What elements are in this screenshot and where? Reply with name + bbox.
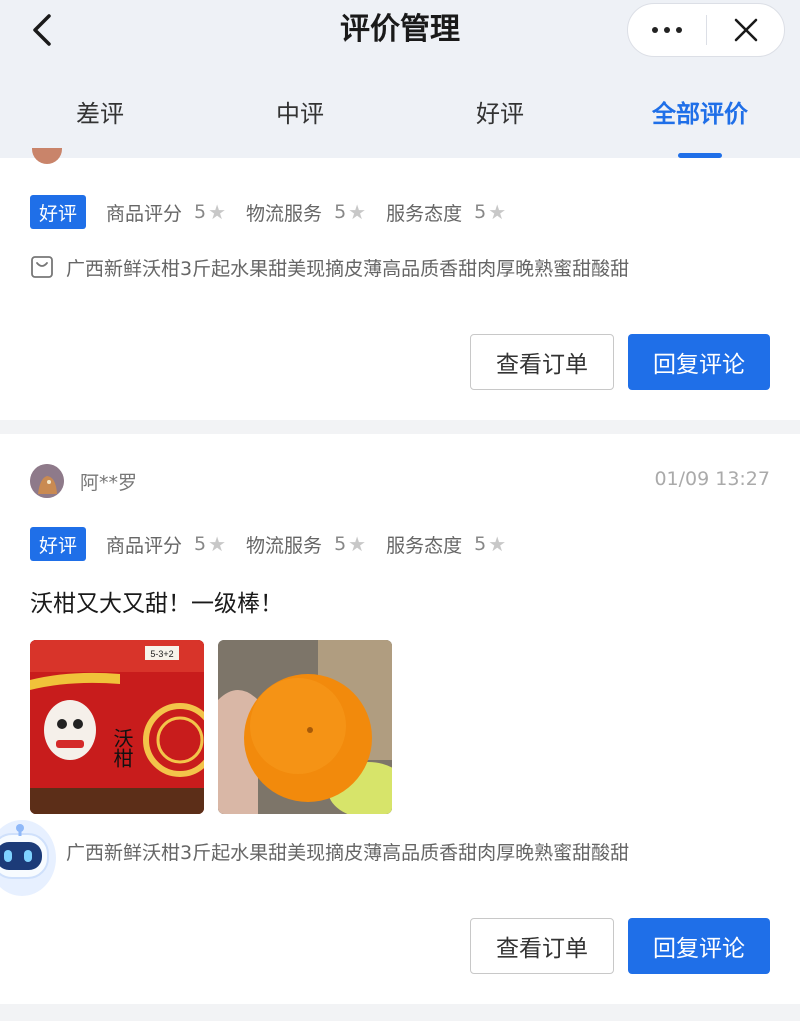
rating-badge: 好评 bbox=[30, 527, 86, 561]
svg-text:5-3+2: 5-3+2 bbox=[150, 649, 173, 659]
rating-badge: 好评 bbox=[30, 195, 86, 229]
tab-all-reviews[interactable]: 全部评价 bbox=[600, 90, 800, 138]
star-icon: ★ bbox=[348, 200, 367, 224]
product-title: 广西新鲜沃柑3斤起水果甜美现摘皮薄高品质香甜肉厚晚熟蜜甜酸甜 bbox=[66, 841, 630, 864]
review-photo-orange[interactable] bbox=[218, 640, 392, 814]
avatar bbox=[32, 148, 62, 164]
view-order-button[interactable]: 查看订单 bbox=[470, 918, 614, 974]
review-photo-gift-box[interactable]: 5-3+2 沃柑 bbox=[30, 640, 204, 814]
product-rating: 商品评分 5 ★ bbox=[106, 200, 227, 225]
page-bottom-spacer bbox=[0, 1004, 800, 1021]
top-nav-bar: 评价管理 差评 中评 好评 全部评价 bbox=[0, 0, 800, 158]
product-rating: 商品评分 5 ★ bbox=[106, 532, 227, 557]
more-button[interactable] bbox=[628, 4, 706, 56]
assistant-robot-icon[interactable] bbox=[0, 808, 60, 900]
star-icon: ★ bbox=[488, 200, 507, 224]
star-icon: ★ bbox=[488, 532, 507, 556]
product-link[interactable]: 广西新鲜沃柑3斤起水果甜美现摘皮薄高品质香甜肉厚晚熟蜜甜酸甜 bbox=[30, 252, 629, 282]
reviewer-name: 阿**罗 bbox=[80, 472, 138, 494]
rating-row: 好评 商品评分 5 ★ 物流服务 5 ★ 服务态度 5 ★ bbox=[30, 527, 506, 561]
star-icon: ★ bbox=[348, 532, 367, 556]
reply-comment-button[interactable]: 回复评论 bbox=[628, 334, 770, 390]
more-dots-icon bbox=[652, 27, 658, 33]
mini-program-capsule bbox=[627, 3, 785, 57]
star-icon: ★ bbox=[208, 200, 227, 224]
review-time: 01/09 13:27 bbox=[654, 468, 770, 490]
review-filter-tabs: 差评 中评 好评 全部评价 bbox=[0, 90, 800, 158]
review-card: 好评 商品评分 5 ★ 物流服务 5 ★ 服务态度 5 ★ 广西新鲜沃柑3斤起水… bbox=[0, 148, 800, 420]
shopping-bag-icon bbox=[31, 256, 53, 278]
reply-comment-button[interactable]: 回复评论 bbox=[628, 918, 770, 974]
logistics-rating: 物流服务 5 ★ bbox=[246, 532, 367, 557]
close-button[interactable] bbox=[707, 4, 784, 56]
tab-neutral[interactable]: 中评 bbox=[200, 90, 400, 138]
close-icon bbox=[734, 18, 757, 42]
review-comment: 沃柑又大又甜！一级棒！ bbox=[30, 591, 283, 617]
rating-row: 好评 商品评分 5 ★ 物流服务 5 ★ 服务态度 5 ★ bbox=[30, 195, 506, 229]
service-rating: 服务态度 5 ★ bbox=[386, 200, 507, 225]
svg-text:沃柑: 沃柑 bbox=[110, 728, 134, 768]
avatar bbox=[30, 464, 64, 498]
product-link[interactable]: 广西新鲜沃柑3斤起水果甜美现摘皮薄高品质香甜肉厚晚熟蜜甜酸甜 bbox=[30, 836, 629, 866]
logistics-rating: 物流服务 5 ★ bbox=[246, 200, 367, 225]
review-card: 阿**罗 01/09 13:27 好评 商品评分 5 ★ 物流服务 5 ★ 服务… bbox=[0, 434, 800, 1004]
star-icon: ★ bbox=[208, 532, 227, 556]
product-title: 广西新鲜沃柑3斤起水果甜美现摘皮薄高品质香甜肉厚晚熟蜜甜酸甜 bbox=[66, 257, 630, 280]
tab-positive[interactable]: 好评 bbox=[400, 90, 600, 138]
service-rating: 服务态度 5 ★ bbox=[386, 532, 507, 557]
tab-negative[interactable]: 差评 bbox=[0, 90, 200, 138]
view-order-button[interactable]: 查看订单 bbox=[470, 334, 614, 390]
